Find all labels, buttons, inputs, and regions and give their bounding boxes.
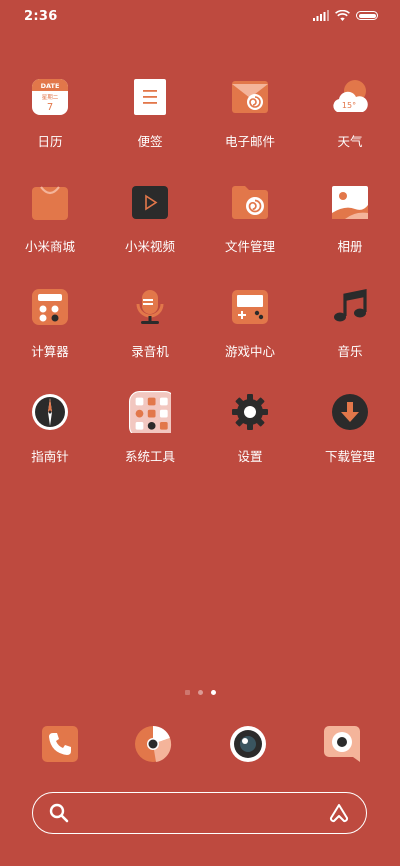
mi-store-icon bbox=[32, 186, 68, 220]
app-label: 音乐 bbox=[337, 344, 363, 359]
page-dot-2 bbox=[197, 690, 203, 695]
app-label: 电子邮件 bbox=[224, 134, 275, 149]
camera-icon bbox=[230, 726, 266, 762]
app-label: 便签 bbox=[137, 134, 163, 149]
dock-messages[interactable] bbox=[300, 725, 400, 765]
wifi-icon bbox=[335, 10, 350, 21]
download-manager-icon bbox=[332, 394, 368, 430]
search-icon bbox=[49, 803, 69, 823]
calendar-month-text: DATE bbox=[41, 82, 60, 90]
calendar-icon: DATE 星期二 7 bbox=[32, 79, 68, 115]
game-center-icon bbox=[232, 290, 268, 324]
assistant-icon[interactable] bbox=[328, 803, 350, 823]
app-notes[interactable]: 便签 bbox=[100, 78, 200, 183]
app-label: 小米视频 bbox=[124, 239, 175, 254]
calculator-icon bbox=[32, 289, 68, 325]
app-calendar[interactable]: DATE 星期二 7 日历 bbox=[0, 78, 100, 183]
compass-icon bbox=[32, 394, 68, 430]
status-icons bbox=[313, 10, 378, 21]
search-bar[interactable] bbox=[32, 792, 367, 834]
page-dot-1 bbox=[184, 690, 190, 695]
app-weather[interactable]: 15° 天气 bbox=[300, 78, 400, 183]
dock bbox=[0, 725, 400, 765]
app-label: 小米商城 bbox=[24, 239, 75, 254]
battery-icon bbox=[356, 11, 378, 20]
page-indicator bbox=[0, 690, 400, 695]
app-recorder[interactable]: 录音机 bbox=[100, 288, 200, 393]
app-label: 录音机 bbox=[131, 344, 169, 359]
app-compass[interactable]: 指南针 bbox=[0, 393, 100, 498]
app-label: 文件管理 bbox=[224, 239, 275, 254]
app-label: 天气 bbox=[337, 134, 363, 149]
email-icon bbox=[232, 81, 268, 113]
app-download-manager[interactable]: 下载管理 bbox=[300, 393, 400, 498]
app-settings[interactable]: 设置 bbox=[200, 393, 300, 498]
dock-camera[interactable] bbox=[200, 725, 300, 765]
dock-browser[interactable] bbox=[100, 725, 200, 765]
app-grid: DATE 星期二 7 日历 便签 电子邮件 15° 天气 小米商城 小米视频 文… bbox=[0, 78, 400, 498]
weather-icon: 15° bbox=[333, 80, 368, 112]
settings-icon bbox=[232, 394, 268, 430]
weather-temperature-text: 15° bbox=[342, 101, 356, 110]
status-bar: 2:36 bbox=[0, 0, 400, 36]
app-row: 指南针 系统工具 设置 下载管理 bbox=[0, 391, 400, 498]
notes-icon bbox=[134, 79, 166, 115]
app-label: 相册 bbox=[337, 239, 363, 254]
browser-icon bbox=[135, 726, 172, 762]
messages-icon bbox=[324, 726, 360, 762]
app-label: 设置 bbox=[237, 449, 263, 464]
page-dot-3 bbox=[210, 690, 216, 695]
system-tools-folder-icon bbox=[129, 391, 171, 433]
search-input[interactable] bbox=[79, 801, 313, 825]
app-video[interactable]: 小米视频 bbox=[100, 183, 200, 288]
app-game-center[interactable]: 游戏中心 bbox=[200, 288, 300, 393]
phone-icon bbox=[42, 726, 78, 762]
app-label: 下载管理 bbox=[324, 449, 375, 464]
gallery-icon bbox=[332, 186, 368, 219]
app-label: 游戏中心 bbox=[224, 344, 275, 359]
app-label: 系统工具 bbox=[124, 449, 175, 464]
app-row: 小米商城 小米视频 文件管理 相册 bbox=[0, 183, 400, 288]
app-music[interactable]: 音乐 bbox=[300, 288, 400, 393]
dock-phone[interactable] bbox=[0, 725, 100, 765]
calendar-weekday-text: 星期二 bbox=[42, 94, 59, 101]
app-email[interactable]: 电子邮件 bbox=[200, 78, 300, 183]
app-row: 计算器 录音机 游戏中心 音乐 bbox=[0, 288, 400, 393]
app-label: 日历 bbox=[37, 134, 63, 149]
video-icon bbox=[132, 186, 168, 219]
music-icon bbox=[334, 289, 367, 322]
recorder-icon bbox=[136, 290, 164, 324]
app-file-manager[interactable]: 文件管理 bbox=[200, 183, 300, 288]
file-manager-icon bbox=[232, 186, 268, 219]
app-label: 指南针 bbox=[31, 449, 69, 464]
app-gallery[interactable]: 相册 bbox=[300, 183, 400, 288]
app-row: DATE 星期二 7 日历 便签 电子邮件 15° 天气 bbox=[0, 78, 400, 183]
signal-icon bbox=[313, 10, 329, 21]
status-time: 2:36 bbox=[24, 9, 58, 24]
app-mi-store[interactable]: 小米商城 bbox=[0, 183, 100, 288]
app-label: 计算器 bbox=[31, 344, 69, 359]
calendar-day-text: 7 bbox=[47, 102, 53, 113]
app-system-tools-folder[interactable]: 系统工具 bbox=[100, 391, 200, 498]
app-calculator[interactable]: 计算器 bbox=[0, 288, 100, 393]
